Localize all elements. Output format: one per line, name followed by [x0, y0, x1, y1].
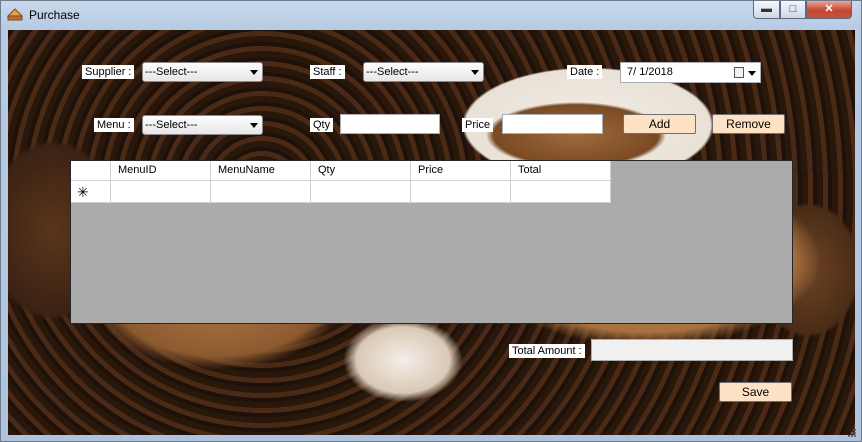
total-amount-label: Total Amount :: [509, 344, 585, 358]
staff-dropdown[interactable]: ---Select---: [363, 62, 484, 82]
chevron-down-icon[interactable]: [748, 71, 756, 76]
purchase-items-grid[interactable]: MenuID MenuName Qty Price Total ✳: [70, 160, 793, 324]
grid-cell-menuid[interactable]: [111, 181, 211, 203]
form-client-area: Supplier : ---Select--- Staff : ---Selec…: [8, 30, 855, 435]
grid-cell-total[interactable]: [511, 181, 611, 203]
menu-label: Menu :: [94, 118, 134, 132]
calendar-icon[interactable]: [734, 67, 744, 78]
supplier-label: Supplier :: [82, 65, 135, 79]
chevron-down-icon: [471, 70, 479, 75]
qty-input[interactable]: [340, 114, 440, 134]
chevron-down-icon: [250, 123, 258, 128]
staff-label: Staff :: [310, 65, 345, 79]
price-input[interactable]: [502, 114, 603, 134]
menu-dropdown[interactable]: ---Select---: [142, 115, 263, 135]
supplier-selected-value: ---Select---: [145, 66, 198, 78]
supplier-dropdown[interactable]: ---Select---: [142, 62, 263, 82]
price-label: Price: [462, 118, 494, 132]
menu-selected-value: ---Select---: [145, 119, 198, 131]
window-title: Purchase: [29, 8, 80, 22]
grid-corner-header: [71, 161, 111, 181]
grid-cell-menuname[interactable]: [211, 181, 311, 203]
grid-cell-qty[interactable]: [311, 181, 411, 203]
new-row-icon: ✳: [77, 184, 89, 200]
staff-selected-value: ---Select---: [366, 66, 419, 78]
maximize-button[interactable]: □: [780, 1, 806, 19]
remove-button[interactable]: Remove: [712, 114, 785, 134]
new-row-header[interactable]: ✳: [71, 181, 111, 203]
app-icon: [7, 8, 23, 21]
column-header-total[interactable]: Total: [511, 161, 611, 181]
minimize-button[interactable]: ▬: [753, 1, 780, 19]
date-label: Date :: [567, 65, 603, 79]
purchase-window: Purchase ▬ □ ✕ Supplier : ---Select--- S…: [0, 0, 862, 442]
grid-cell-price[interactable]: [411, 181, 511, 203]
close-button[interactable]: ✕: [806, 1, 852, 19]
total-amount-field[interactable]: [591, 339, 793, 361]
column-header-qty[interactable]: Qty: [311, 161, 411, 181]
date-value: 7/ 1/2018: [627, 66, 673, 78]
qty-label: Qty: [310, 118, 334, 132]
resize-grip-icon[interactable]: [847, 428, 857, 438]
save-button[interactable]: Save: [719, 382, 792, 402]
title-bar[interactable]: Purchase ▬ □ ✕: [1, 1, 861, 29]
column-header-menuname[interactable]: MenuName: [211, 161, 311, 181]
add-button[interactable]: Add: [623, 114, 696, 134]
column-header-price[interactable]: Price: [411, 161, 511, 181]
column-header-menuid[interactable]: MenuID: [111, 161, 211, 181]
chevron-down-icon: [250, 70, 258, 75]
date-picker[interactable]: 7/ 1/2018: [620, 62, 761, 83]
